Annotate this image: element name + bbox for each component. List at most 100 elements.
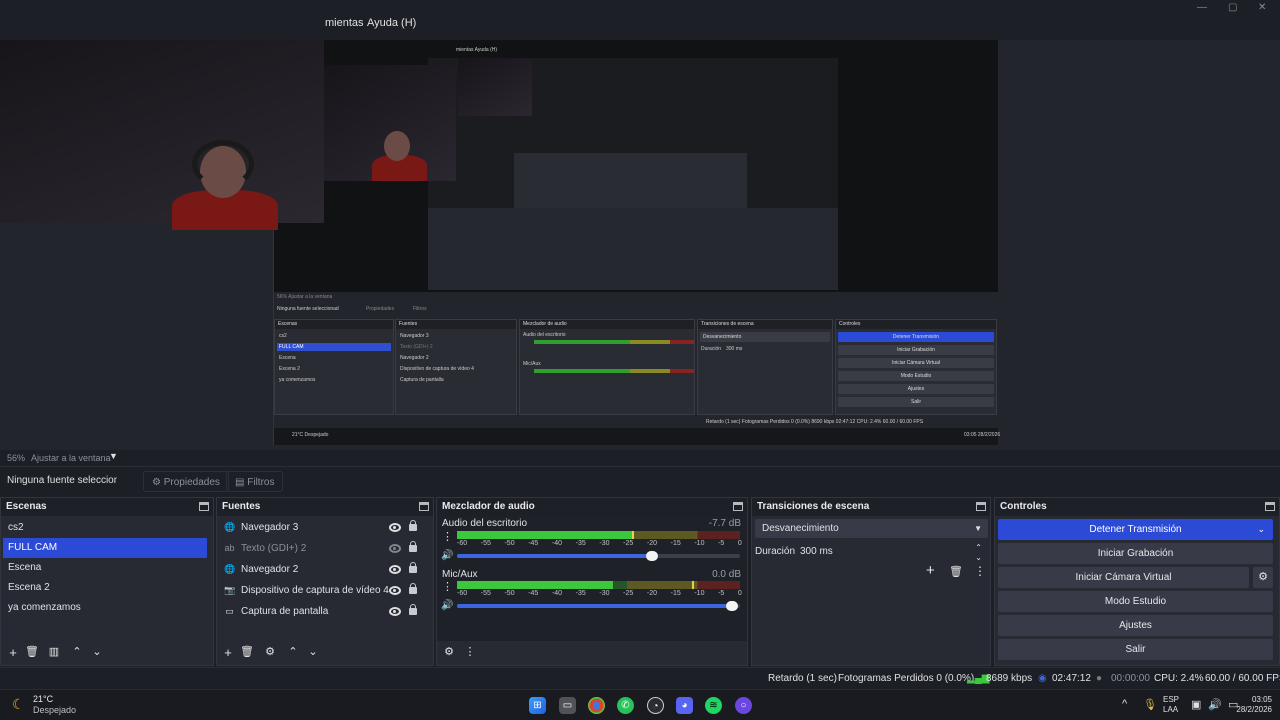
duration-input[interactable]: 300 ms ⌃ ⌄	[796, 542, 988, 562]
app-circle-icon[interactable]: ○	[735, 697, 752, 714]
properties-button[interactable]: ⚙ Propiedades	[143, 471, 229, 492]
volume-knob[interactable]	[725, 601, 738, 611]
lock-icon[interactable]	[409, 541, 417, 552]
eye-icon[interactable]	[389, 607, 401, 616]
camera-icon: 📷	[224, 585, 236, 595]
windows-start-icon[interactable]: ⊞	[529, 697, 546, 714]
zoom-fit-label[interactable]: Ajustar a la ventana	[31, 453, 111, 463]
source-item[interactable]: 📷 Dispositivo de captura de vídeo 4	[221, 581, 427, 601]
start-virtual-cam-button[interactable]: Iniciar Cámara Virtual	[998, 567, 1249, 588]
gear-icon[interactable]: ⚙	[442, 646, 456, 659]
chrome-icon[interactable]	[588, 697, 605, 714]
lock-icon[interactable]	[409, 562, 417, 573]
mixer-header: Mezclador de audio	[437, 498, 747, 516]
duration-label: Duración	[755, 546, 796, 557]
add-icon[interactable]: +	[926, 562, 935, 579]
weather-temp[interactable]: 21°C	[33, 694, 53, 704]
chevron-down-icon[interactable]: ▼	[109, 451, 118, 461]
source-item[interactable]: ab Texto (GDI+) 2	[221, 539, 427, 559]
meter-tick-label: -35	[575, 590, 586, 597]
gear-icon[interactable]: ⚙	[1253, 567, 1273, 588]
nested-source-item: Captura de pantalla	[400, 377, 444, 383]
spotify-icon[interactable]: ≋	[705, 697, 722, 714]
obs-icon[interactable]: ◔	[647, 697, 664, 714]
scene-item-full-cam[interactable]: FULL CAM	[3, 538, 207, 558]
transition-value: Desvanecimiento	[762, 523, 839, 534]
nested-scene-item: Escena 2	[279, 366, 300, 372]
arrow-up-icon[interactable]: ⌃	[70, 646, 84, 659]
exit-button[interactable]: Salir	[998, 639, 1273, 660]
trash-icon[interactable]: 🗑	[949, 565, 963, 578]
volume-slider[interactable]	[457, 551, 740, 561]
meter-tick-label: -25	[623, 540, 634, 547]
nested-control: Iniciar Cámara Virtual	[838, 358, 994, 368]
source-item[interactable]: ▭ Captura de pantalla	[221, 602, 427, 622]
eye-icon[interactable]	[389, 523, 401, 532]
whatsapp-icon[interactable]: ✆	[617, 697, 634, 714]
filters-label: Filtros	[247, 477, 275, 488]
eye-hidden-icon[interactable]	[389, 544, 401, 553]
clock-time[interactable]: 03:05	[1242, 695, 1272, 705]
stop-stream-button[interactable]: Detener Transmisión ⌄	[998, 519, 1273, 540]
eye-icon[interactable]	[389, 565, 401, 574]
discord-icon[interactable]: ◕	[676, 697, 693, 714]
settings-button[interactable]: Ajustes	[998, 615, 1273, 636]
chevron-down-icon[interactable]: ⌄	[1257, 519, 1265, 540]
scene-item-escena-2[interactable]: Escena 2	[3, 578, 207, 598]
lock-icon[interactable]	[409, 520, 417, 531]
undock-icon[interactable]	[976, 502, 986, 511]
trash-icon[interactable]: 🗑	[25, 646, 39, 659]
start-recording-button[interactable]: Iniciar Grabación	[998, 543, 1273, 564]
transition-select[interactable]: Desvanecimiento ▼	[755, 519, 988, 538]
maximize-button[interactable]: ▢	[1228, 2, 1237, 13]
minimize-button[interactable]: —	[1197, 2, 1207, 13]
source-item[interactable]: 🌐 Navegador 2	[221, 560, 427, 580]
volume-slider[interactable]	[457, 601, 740, 611]
eye-icon[interactable]	[389, 586, 401, 595]
kebab-menu-icon[interactable]: ⋮	[463, 646, 477, 659]
add-icon[interactable]: +	[6, 646, 20, 659]
speaker-icon[interactable]: 🔊	[441, 600, 453, 611]
chevron-up-icon[interactable]: ^	[1122, 698, 1127, 710]
nested-transitions-title: Transiciones de escena	[698, 320, 832, 329]
lock-icon[interactable]	[409, 604, 417, 615]
nested-control: Modo Estudio	[838, 371, 994, 381]
scene-item-escena[interactable]: Escena	[3, 558, 207, 578]
lang-bottom[interactable]: LAA	[1163, 705, 1178, 715]
lang-top[interactable]: ESP	[1163, 695, 1179, 705]
trash-icon[interactable]: 🗑	[240, 646, 254, 659]
volume-knob[interactable]	[646, 551, 659, 561]
arrow-down-icon[interactable]: ⌄	[306, 646, 320, 659]
undock-icon[interactable]	[419, 502, 429, 511]
undock-icon[interactable]	[199, 502, 209, 511]
volume-icon[interactable]: 🔊	[1208, 698, 1222, 711]
kebab-menu-icon[interactable]: ⋮	[974, 564, 986, 578]
microphone-icon[interactable]: 🎙	[1143, 698, 1157, 711]
weather-desc[interactable]: Despejado	[33, 705, 76, 715]
filter-icon[interactable]: ▥	[47, 646, 61, 659]
menu-help[interactable]: Ayuda (H)	[367, 17, 416, 29]
menu-tools[interactable]: mientas	[325, 17, 364, 29]
scene-item-cs2[interactable]: cs2	[3, 518, 207, 538]
task-view-icon[interactable]: ▭	[559, 697, 576, 714]
kebab-menu-icon[interactable]: ⋮	[442, 532, 453, 543]
kebab-menu-icon[interactable]: ⋮	[442, 582, 453, 593]
meter-tick-label: -15	[670, 590, 681, 597]
sources-header: Fuentes	[217, 498, 433, 516]
close-button[interactable]: ✕	[1258, 2, 1266, 13]
speaker-icon[interactable]: 🔊	[441, 550, 453, 561]
studio-mode-button[interactable]: Modo Estudio	[998, 591, 1273, 612]
add-icon[interactable]: +	[221, 646, 235, 659]
lock-icon[interactable]	[409, 583, 417, 594]
preview-canvas[interactable]: mientas Ayuda (H) 56% Ajustar a la venta…	[0, 40, 1280, 450]
arrow-up-icon[interactable]: ⌃	[286, 646, 300, 659]
scene-item-ya-comenzamos[interactable]: ya comenzamos	[3, 598, 207, 618]
clock-date[interactable]: 28/2/2026	[1232, 705, 1272, 715]
gear-icon[interactable]: ⚙	[263, 646, 277, 659]
filters-button[interactable]: ▤ Filtros	[226, 471, 284, 492]
undock-icon[interactable]	[733, 502, 743, 511]
source-item[interactable]: 🌐 Navegador 3	[221, 518, 427, 538]
network-icon[interactable]: ▣	[1191, 698, 1201, 711]
arrow-down-icon[interactable]: ⌄	[90, 646, 104, 659]
undock-icon[interactable]	[1265, 502, 1275, 511]
